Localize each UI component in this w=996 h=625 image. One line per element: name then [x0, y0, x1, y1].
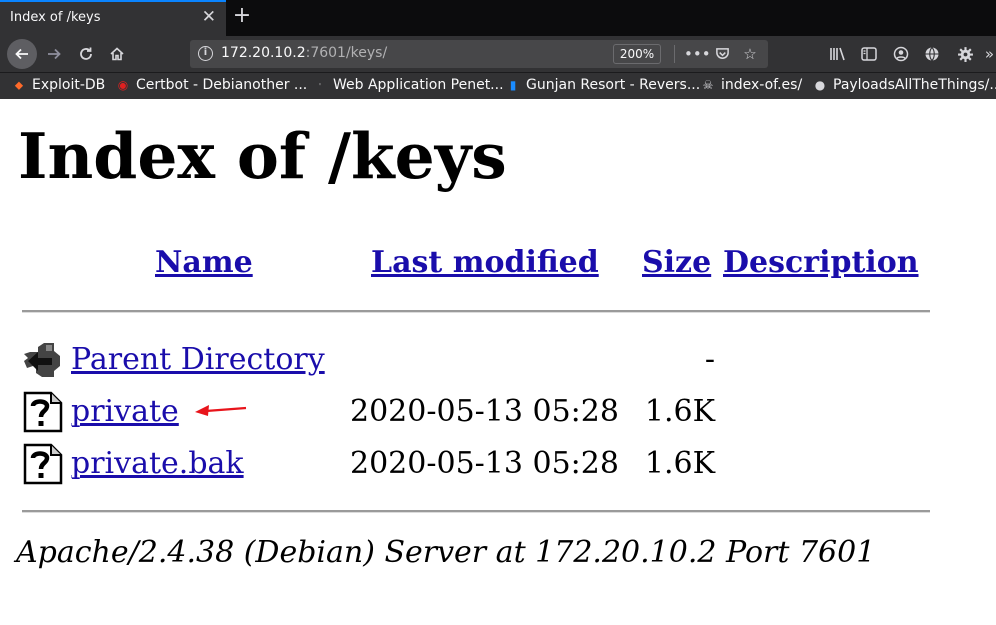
bookmarks-toolbar: ⬥ Exploit-DB ◉ Certbot - Debianother ... '… — [0, 72, 996, 99]
tab-bar: Index of /keys ✕ + — [0, 0, 996, 36]
file-link-private-bak[interactable]: private.bak — [71, 446, 244, 481]
bookmark-label: index-of.es/ — [721, 77, 803, 93]
gear-icon[interactable] — [953, 42, 977, 66]
arrow-right-icon — [48, 48, 61, 60]
column-header-last-modified[interactable]: Last modified — [371, 245, 599, 280]
bookmark-label: Gunjan Resort - Revers... — [526, 77, 701, 93]
bookmark-item[interactable]: ☠ index-of.es/ — [701, 77, 803, 97]
back-button[interactable] — [7, 39, 37, 69]
page-title: Index of /keys — [18, 119, 507, 193]
file-link-private[interactable]: private — [71, 394, 179, 429]
reload-button[interactable] — [72, 40, 100, 68]
reload-icon — [80, 47, 92, 60]
annotation-arrow-icon — [195, 405, 247, 416]
globe-extension-icon[interactable] — [920, 42, 944, 66]
unknown-file-icon — [23, 391, 63, 433]
footer-divider — [22, 510, 930, 513]
url-path: :7601/keys/ — [305, 45, 388, 61]
bookmark-label: Exploit-DB — [32, 77, 106, 93]
close-tab-icon[interactable]: ✕ — [202, 7, 216, 27]
certbot-icon: ◉ — [117, 78, 129, 92]
bookmark-item[interactable]: ◉ Certbot - Debianother ... — [116, 77, 308, 97]
home-icon — [110, 47, 124, 61]
file-date: 2020-05-13 05:28 — [350, 394, 619, 429]
home-button[interactable] — [103, 40, 131, 68]
overflow-menu-icon[interactable]: » — [983, 42, 996, 66]
url-host: 172.20.10.2 — [221, 45, 306, 61]
bookmark-star-icon[interactable]: ☆ — [739, 43, 761, 65]
file-size: 1.6K — [644, 394, 715, 429]
url-bar[interactable]: i 172.20.10.2:7601/keys/ 200% ••• ☆ — [190, 40, 768, 68]
page-content: Index of /keys Name Last modified Size D… — [0, 99, 996, 625]
navigation-toolbar: i 172.20.10.2:7601/keys/ 200% ••• ☆ » — [0, 36, 996, 72]
exploit-db-icon: ⬥ — [14, 78, 24, 92]
url-text[interactable]: 172.20.10.2:7601/keys/ — [221, 45, 387, 61]
github-icon: ● — [814, 78, 826, 92]
bars-icon: ▮ — [509, 78, 517, 92]
file-size: - — [704, 342, 715, 377]
browser-chrome: Index of /keys ✕ + i 172.20.10.2:7601/ke… — [0, 0, 996, 99]
url-bar-divider — [674, 45, 675, 63]
bookmark-label: PayloadsAllTheThings/... — [833, 77, 996, 93]
tab-index-of-keys[interactable]: Index of /keys ✕ — [0, 0, 226, 36]
file-link-parent-directory[interactable]: Parent Directory — [71, 342, 325, 377]
column-header-name[interactable]: Name — [155, 245, 253, 280]
column-header-size[interactable]: Size — [642, 245, 711, 280]
sidebar-icon[interactable] — [857, 42, 881, 66]
bookmark-item[interactable]: ⬥ Exploit-DB — [12, 77, 106, 97]
bookmark-label: Certbot - Debianother ... — [136, 77, 308, 93]
tab-title: Index of /keys — [10, 10, 101, 25]
back-folder-icon — [24, 343, 60, 377]
library-icon[interactable] — [826, 42, 850, 66]
new-tab-button[interactable]: + — [231, 3, 253, 31]
bookmark-item[interactable]: ● PayloadsAllTheThings/... — [813, 77, 996, 97]
site-info-icon[interactable]: i — [198, 46, 213, 61]
arrow-left-icon — [15, 48, 28, 60]
unknown-file-icon — [23, 443, 63, 485]
dot-icon: ' — [318, 82, 322, 91]
account-icon[interactable] — [889, 42, 913, 66]
header-divider — [22, 310, 930, 313]
bookmark-label: Web Application Penet... — [333, 77, 504, 93]
skull-icon: ☠ — [702, 78, 714, 92]
pocket-icon[interactable] — [711, 43, 733, 65]
page-actions-icon[interactable]: ••• — [684, 43, 711, 65]
forward-button[interactable] — [40, 40, 68, 68]
zoom-level-button[interactable]: 200% — [613, 44, 661, 64]
column-header-description[interactable]: Description — [723, 245, 919, 280]
bookmark-item[interactable]: ▮ Gunjan Resort - Revers... — [506, 77, 700, 97]
file-date: 2020-05-13 05:28 — [350, 446, 619, 481]
file-size: 1.6K — [644, 446, 715, 481]
server-signature: Apache/2.4.38 (Debian) Server at 172.20.… — [16, 535, 876, 570]
bookmark-item[interactable]: ' Web Application Penet... — [313, 77, 504, 97]
